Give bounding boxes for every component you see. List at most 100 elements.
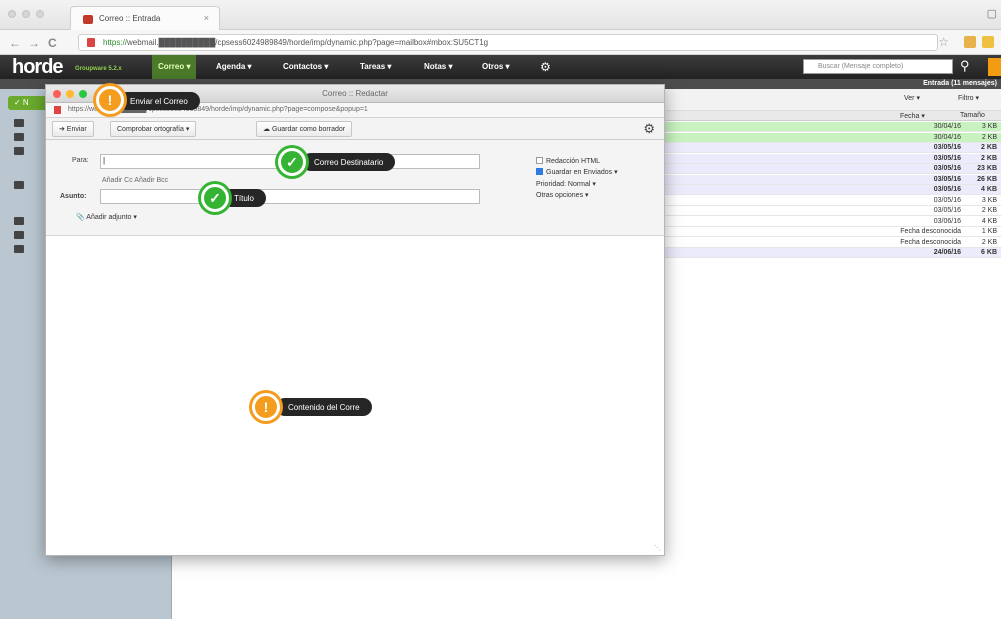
row-date: 03/05/16 xyxy=(933,154,961,162)
row-size: 23 KB xyxy=(977,165,997,172)
spellcheck-button[interactable]: Comprobar ortografía ▾ xyxy=(110,121,197,137)
search-options-icon[interactable] xyxy=(988,58,1001,76)
warning-icon: ! xyxy=(252,393,280,421)
folder-icon[interactable] xyxy=(14,133,24,141)
row-date: 24/06/16 xyxy=(933,249,961,256)
row-date: 03/05/16 xyxy=(933,175,961,183)
priority-dropdown[interactable]: Prioridad: Normal ▾ xyxy=(536,180,596,188)
bookmark-star-icon[interactable]: ☆ xyxy=(938,35,949,49)
maximize-window-dot[interactable] xyxy=(36,10,44,18)
add-cc-bcc-links[interactable]: Añadir Cc Añadir Bcc xyxy=(102,177,168,184)
row-date: 30/04/16 xyxy=(933,123,961,130)
row-size: 2 KB xyxy=(981,207,997,214)
send-button[interactable]: ➔ Enviar xyxy=(52,121,94,137)
url-scheme: https:// xyxy=(103,38,128,47)
close-dot-icon[interactable] xyxy=(53,90,61,98)
row-size: 1 KB xyxy=(981,228,997,235)
back-icon[interactable]: ← xyxy=(9,36,21,50)
menu-contactos[interactable]: Contactos ▾ xyxy=(283,55,328,79)
save-sent-checkbox[interactable] xyxy=(536,168,543,175)
paperclip-icon: 📎 xyxy=(76,214,85,221)
row-date: Fecha desconocida xyxy=(900,238,961,246)
check-icon: ✓ xyxy=(201,184,229,212)
menu-tareas[interactable]: Tareas ▾ xyxy=(360,55,391,79)
other-options-dropdown[interactable]: Otras opciones ▾ xyxy=(536,191,589,199)
row-size: 6 KB xyxy=(981,249,997,256)
html-compose-option[interactable]: Redacción HTML xyxy=(536,157,600,165)
url-text: webmail.██████████/cpsess6024989849/hord… xyxy=(127,38,489,47)
search-icon[interactable]: ⚲ xyxy=(960,58,970,74)
minimize-window-dot[interactable] xyxy=(22,10,30,18)
menu-otros[interactable]: Otros ▾ xyxy=(482,55,510,79)
filter-dropdown[interactable]: Filtro ▾ xyxy=(958,94,979,102)
close-window-dot[interactable] xyxy=(8,10,16,18)
cloud-icon: ☁ xyxy=(263,126,270,133)
browser-titlebar: Correo :: Entrada × ▢ xyxy=(0,0,1001,30)
folder-icon[interactable] xyxy=(14,217,24,225)
warning-icon: ! xyxy=(96,86,124,114)
subject-label: Asunto: xyxy=(60,193,87,200)
row-size: 2 KB xyxy=(981,144,997,151)
minimize-dot-icon[interactable] xyxy=(66,90,74,98)
annotation-recipient-label: Correo Destinatario xyxy=(302,153,396,171)
row-size: 3 KB xyxy=(981,123,997,130)
horde-topbar: horde Groupware 5.2.x Correo ▾ Agenda ▾ … xyxy=(0,55,1001,79)
row-size: 4 KB xyxy=(981,186,997,193)
row-size: 2 KB xyxy=(981,238,997,246)
annotation-content-label: Contenido del Corre xyxy=(276,398,372,416)
save-sent-option[interactable]: Guardar en Enviados ▾ xyxy=(536,168,618,176)
menu-correo[interactable]: Correo ▾ xyxy=(152,55,197,79)
html-checkbox[interactable] xyxy=(536,157,543,164)
to-label: Para: xyxy=(72,157,89,164)
folder-icon[interactable] xyxy=(14,181,24,189)
insecure-lock-icon xyxy=(54,106,61,114)
folder-icon[interactable] xyxy=(14,231,24,239)
horde-logo[interactable]: horde xyxy=(12,56,64,79)
save-draft-button[interactable]: ☁ Guardar como borrador xyxy=(256,121,353,137)
save-draft-label: Guardar como borrador xyxy=(271,126,346,133)
browser-tab[interactable]: Correo :: Entrada × xyxy=(70,6,220,30)
horde-logo-subtitle: Groupware 5.2.x xyxy=(75,66,122,72)
reload-icon[interactable]: C xyxy=(48,36,57,50)
view-dropdown[interactable]: Ver ▾ xyxy=(904,94,920,102)
compose-toolbar: ➔ Enviar Comprobar ortografía ▾ ☁ Guarda… xyxy=(46,118,664,140)
horde-favicon-icon xyxy=(83,15,93,24)
row-size: 3 KB xyxy=(981,196,997,204)
folder-icon[interactable] xyxy=(14,147,24,155)
menu-notas[interactable]: Notas ▾ xyxy=(424,55,452,79)
forward-icon[interactable]: → xyxy=(28,36,40,50)
extension-icon[interactable] xyxy=(982,36,994,48)
inbox-folder-icon[interactable] xyxy=(14,119,24,127)
extension-icon[interactable] xyxy=(964,36,976,48)
subject-field[interactable] xyxy=(100,189,480,204)
menu-agenda[interactable]: Agenda ▾ xyxy=(216,55,252,79)
search-input[interactable]: Buscar (Mensaje completo) xyxy=(803,59,953,74)
address-bar-row: ← → C https://webmail.██████████/cpsess6… xyxy=(0,30,1001,55)
folder-icon[interactable] xyxy=(14,245,24,253)
row-date: 03/06/16 xyxy=(933,217,961,225)
add-attachment-button[interactable]: 📎 Añadir adjunto ▾ xyxy=(76,213,137,221)
row-size: 2 KB xyxy=(981,133,997,141)
row-size: 2 KB xyxy=(981,154,997,162)
annotation-send-label: Enviar el Correo xyxy=(118,92,200,110)
compose-gear-icon[interactable]: ⚙ xyxy=(643,121,655,137)
size-column-header[interactable]: Tamaño xyxy=(960,112,985,119)
row-date: 03/05/16 xyxy=(933,144,961,151)
url-field[interactable]: https://webmail.██████████/cpsess6024989… xyxy=(78,34,938,51)
settings-gear-icon[interactable]: ⚙ xyxy=(540,60,551,74)
row-date: 03/05/16 xyxy=(933,207,961,214)
row-date: 30/04/16 xyxy=(933,133,961,141)
save-sent-label: Guardar en Enviados ▾ xyxy=(546,169,618,176)
row-date: 03/05/16 xyxy=(933,186,961,193)
close-tab-icon[interactable]: × xyxy=(204,13,209,23)
window-restore-icon[interactable]: ▢ xyxy=(987,7,997,20)
insecure-lock-icon xyxy=(87,38,95,47)
inbox-count: Entrada (11 mensajes) xyxy=(923,80,997,87)
date-column-header[interactable]: Fecha ▾ xyxy=(900,112,925,120)
zoom-dot-icon[interactable] xyxy=(79,90,87,98)
row-date: 03/05/16 xyxy=(933,165,961,172)
row-date: Fecha desconocida xyxy=(900,228,961,235)
resize-grip-icon[interactable]: ⋱ xyxy=(654,544,661,552)
message-body-editor[interactable]: ⋱ xyxy=(46,236,664,555)
check-icon: ✓ xyxy=(278,148,306,176)
